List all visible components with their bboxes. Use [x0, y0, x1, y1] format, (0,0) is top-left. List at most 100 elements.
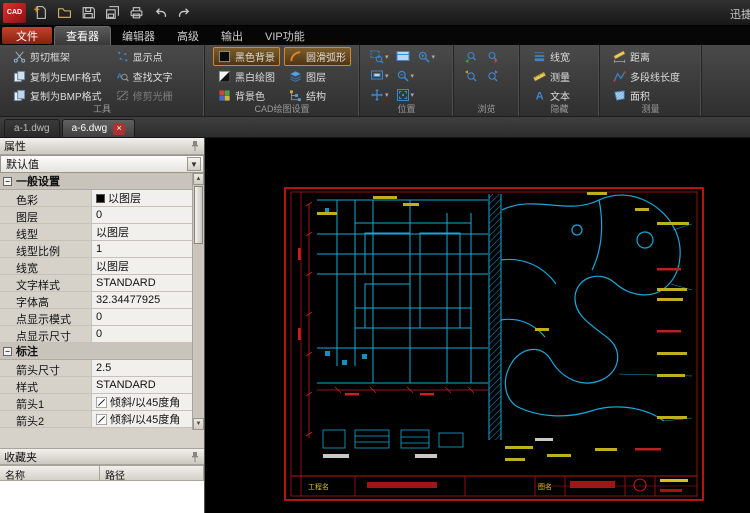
property-row[interactable]: 色彩以图层: [0, 190, 193, 207]
chevron-down-icon: ▾: [411, 72, 415, 80]
collapse-icon[interactable]: −: [3, 347, 12, 356]
ribbon-layers-button[interactable]: 图层: [284, 67, 351, 86]
quick-access-toolbar: [28, 3, 196, 23]
favorites-list[interactable]: [0, 481, 204, 513]
zoom-out-icon: [396, 69, 410, 83]
ribbon-group-hide: 线宽测量A文本隐藏: [520, 45, 600, 116]
properties-scrollbar[interactable]: ▲ ▼: [192, 173, 204, 430]
doc-tab[interactable]: a-6.dwg×: [62, 119, 136, 137]
property-name: 点显示模式: [0, 309, 92, 325]
property-row[interactable]: 线宽以图层: [0, 258, 193, 275]
menu-tab-advanced[interactable]: 高级: [166, 26, 210, 45]
properties-panel-header: 属性: [0, 138, 204, 155]
property-group-header[interactable]: −标注: [0, 343, 193, 360]
property-value-text: 以图层: [108, 190, 141, 206]
menu-tab-viewer[interactable]: 查看器: [54, 26, 111, 45]
menu-tabs: 查看器编辑器高级输出VIP功能: [54, 26, 316, 45]
ribbon-zoom-all-button[interactable]: [394, 48, 412, 66]
ribbon-zoom-out-button[interactable]: ▾: [394, 67, 417, 85]
pin-icon[interactable]: [190, 451, 200, 463]
ribbon-polyline-length-button[interactable]: 多段线长度: [608, 67, 685, 86]
ribbon-view-prev-button[interactable]: [462, 48, 480, 66]
structure-icon: [289, 89, 302, 102]
arrow-style-icon: [96, 397, 107, 408]
menu-tab-editor[interactable]: 编辑器: [111, 26, 166, 45]
drawing-canvas[interactable]: 工程名 图名: [205, 138, 750, 513]
property-row[interactable]: 箭头1倾斜/以45度角: [0, 394, 193, 411]
property-name: 箭头尺寸: [0, 360, 92, 376]
favorites-column-header[interactable]: 路径: [100, 465, 204, 481]
ribbon-view-zoom-next-button[interactable]: [483, 67, 501, 85]
ribbon-zoom-extents-button[interactable]: ▾: [394, 86, 417, 104]
scroll-up-icon[interactable]: ▲: [193, 173, 204, 185]
ribbon-zoom-box-button[interactable]: ▾: [368, 67, 391, 85]
pin-icon[interactable]: [190, 140, 200, 152]
doc-new-button[interactable]: [28, 3, 52, 23]
ribbon-button-label: 背景色: [235, 88, 265, 103]
property-row[interactable]: 样式 STANDARD: [0, 377, 193, 394]
ribbon-view-zoom-prev-button[interactable]: [462, 67, 480, 85]
print-button[interactable]: [124, 3, 148, 23]
property-row[interactable]: 箭头尺寸2.5: [0, 360, 193, 377]
redo-icon: [177, 5, 192, 20]
favorites-column-header[interactable]: 名称: [0, 465, 100, 481]
property-name: 文字样式: [0, 275, 92, 291]
save-button[interactable]: [76, 3, 100, 23]
ribbon-line-width-button[interactable]: 线宽: [528, 47, 575, 66]
zoom-in-icon: [417, 50, 431, 64]
property-value: 以图层: [92, 224, 193, 240]
menu-tab-vip[interactable]: VIP功能: [254, 26, 316, 45]
cad-drawing: 工程名 图名: [205, 138, 750, 513]
ribbon-black-bg-button[interactable]: 黑色背景: [213, 47, 280, 66]
property-value-text: STANDARD: [96, 277, 156, 289]
ribbon-pan-button[interactable]: ▾: [368, 86, 391, 104]
arrow-style-icon: [96, 414, 107, 425]
zoom-window-icon: [370, 50, 384, 64]
bg-color-icon: [218, 89, 231, 102]
folder-open-button[interactable]: [52, 3, 76, 23]
property-row[interactable]: 线型以图层: [0, 224, 193, 241]
ribbon-view-next-button[interactable]: [483, 48, 501, 66]
ribbon-measure-ruler-button[interactable]: 测量: [528, 67, 575, 86]
ribbon-copy-emf-button[interactable]: 复制为EMF格式: [8, 67, 107, 86]
preset-dropdown[interactable]: 默认值 ▼: [0, 155, 204, 173]
property-group-header[interactable]: −一般设置: [0, 173, 193, 190]
ribbon-crop-frame-button[interactable]: 剪切框架: [8, 47, 107, 66]
collapse-icon[interactable]: −: [3, 177, 12, 186]
property-row[interactable]: 字体高32.34477925: [0, 292, 193, 309]
annotation-marks-red: [635, 268, 681, 451]
ribbon-find-text-button[interactable]: A查找文字: [111, 67, 178, 86]
redo-button[interactable]: [172, 3, 196, 23]
ribbon-smooth-arc-button[interactable]: 圆滑弧形: [284, 47, 351, 66]
undo-button[interactable]: [148, 3, 172, 23]
property-row[interactable]: 图层0: [0, 207, 193, 224]
ribbon-button-label: 距离: [630, 49, 650, 64]
titleblock-drawing-label: 图名: [538, 482, 552, 491]
property-name: 样式: [0, 377, 92, 393]
property-row[interactable]: 文字样式 STANDARD: [0, 275, 193, 292]
close-tab-icon[interactable]: ×: [113, 123, 125, 135]
ribbon-bw-draw-button[interactable]: 黑白绘图: [213, 67, 280, 86]
property-value-text: STANDARD: [96, 379, 156, 391]
chevron-down-icon: ▾: [432, 53, 436, 61]
property-value: 以图层: [92, 258, 193, 274]
ribbon-zoom-window-button[interactable]: ▾: [368, 48, 391, 66]
save-all-button[interactable]: [100, 3, 124, 23]
ribbon-distance-button[interactable]: 距离: [608, 47, 685, 66]
menu-tab-output[interactable]: 输出: [210, 26, 254, 45]
show-points-icon: [116, 50, 129, 63]
file-menu-button[interactable]: 文件: [2, 27, 52, 44]
property-row[interactable]: 点显示模式0: [0, 309, 193, 326]
property-row[interactable]: 箭头2倾斜/以45度角: [0, 411, 193, 428]
property-row[interactable]: 点显示尺寸0: [0, 326, 193, 343]
pan-icon: [370, 88, 384, 102]
doc-tab[interactable]: a-1.dwg: [4, 119, 60, 137]
smooth-arc-icon: [289, 50, 302, 63]
property-row[interactable]: 线型比例1: [0, 241, 193, 258]
scrollbar-thumb[interactable]: [194, 186, 203, 244]
property-name: 色彩: [0, 190, 92, 206]
ribbon-zoom-in-button[interactable]: ▾: [415, 48, 438, 66]
scroll-down-icon[interactable]: ▼: [193, 418, 204, 430]
titlebar: CAD 迅捷: [0, 0, 750, 26]
ribbon-show-points-button[interactable]: 显示点: [111, 47, 178, 66]
